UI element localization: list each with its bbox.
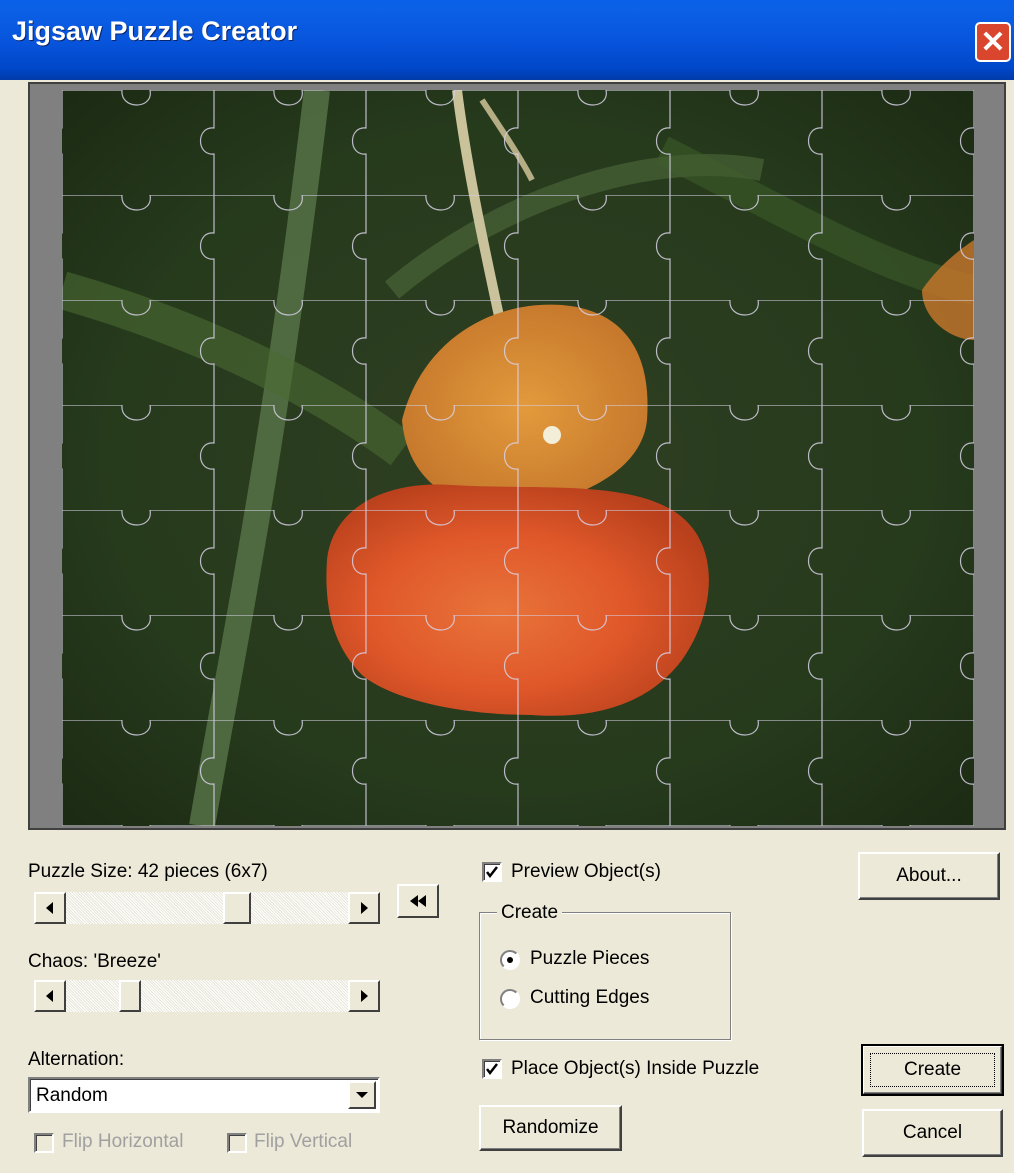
close-icon: ✕ — [980, 25, 1006, 59]
randomize-button[interactable]: Randomize — [479, 1105, 622, 1151]
puzzle-size-label: Puzzle Size: 42 pieces (6x7) — [28, 861, 268, 882]
scroll-right-arrow-icon — [361, 990, 368, 1002]
cancel-button[interactable]: Cancel — [862, 1109, 1003, 1157]
scroll-left-arrow-icon — [46, 990, 53, 1002]
alternation-label: Alternation: — [28, 1049, 125, 1070]
puzzle-preview-area — [28, 82, 1006, 830]
radio-cutting-edges[interactable] — [500, 989, 520, 1009]
flip-vertical-label: Flip Vertical — [254, 1131, 353, 1152]
flip-horizontal-checkbox[interactable] — [34, 1133, 54, 1153]
alternation-selected-value: Random — [36, 1085, 108, 1106]
chaos-slider-thumb[interactable] — [119, 980, 141, 1012]
puzzle-preview-image — [62, 90, 974, 826]
checkmark-icon — [486, 1063, 498, 1076]
cutting-edges-label: Cutting Edges — [530, 987, 650, 1008]
checkmark-icon — [486, 866, 498, 879]
dialog-window: Jigsaw Puzzle Creator ✕ Puzzle Size: 42 … — [0, 0, 1014, 1173]
flip-horizontal-label: Flip Horizontal — [62, 1131, 184, 1152]
scroll-left-arrow-icon — [46, 902, 53, 914]
reset-size-button[interactable] — [397, 884, 439, 918]
create-group-title: Create — [497, 902, 563, 924]
flip-vertical-checkbox[interactable] — [227, 1133, 247, 1153]
chaos-scroll-left[interactable] — [34, 980, 66, 1012]
puzzle-size-slider[interactable] — [34, 892, 380, 924]
create-button[interactable]: Create — [861, 1044, 1004, 1096]
title-bar[interactable]: Jigsaw Puzzle Creator ✕ — [0, 0, 1014, 80]
puzzle-size-scroll-right[interactable] — [348, 892, 380, 924]
about-button[interactable]: About... — [858, 852, 1000, 900]
alternation-dropdown-button[interactable] — [348, 1081, 376, 1109]
puzzle-size-scroll-left[interactable] — [34, 892, 66, 924]
scroll-right-arrow-icon — [361, 902, 368, 914]
alternation-dropdown[interactable]: Random — [28, 1077, 380, 1113]
chaos-label: Chaos: 'Breeze' — [28, 951, 161, 972]
chaos-slider[interactable] — [34, 980, 380, 1012]
radio-selected-dot — [507, 957, 513, 963]
close-button[interactable]: ✕ — [975, 22, 1011, 62]
preview-objects-label: Preview Object(s) — [511, 861, 661, 882]
radio-puzzle-pieces[interactable] — [500, 950, 520, 970]
focus-ring — [870, 1053, 995, 1087]
chevron-down-icon — [356, 1092, 368, 1098]
chaos-scroll-right[interactable] — [348, 980, 380, 1012]
rewind-icon — [410, 895, 426, 907]
puzzle-pieces-label: Puzzle Pieces — [530, 948, 650, 969]
place-inside-label: Place Object(s) Inside Puzzle — [511, 1058, 760, 1079]
create-groupbox — [479, 912, 731, 1040]
window-title: Jigsaw Puzzle Creator — [12, 16, 298, 46]
puzzle-size-slider-thumb[interactable] — [223, 892, 251, 924]
place-inside-checkbox[interactable] — [482, 1059, 502, 1079]
preview-objects-checkbox[interactable] — [482, 862, 502, 882]
